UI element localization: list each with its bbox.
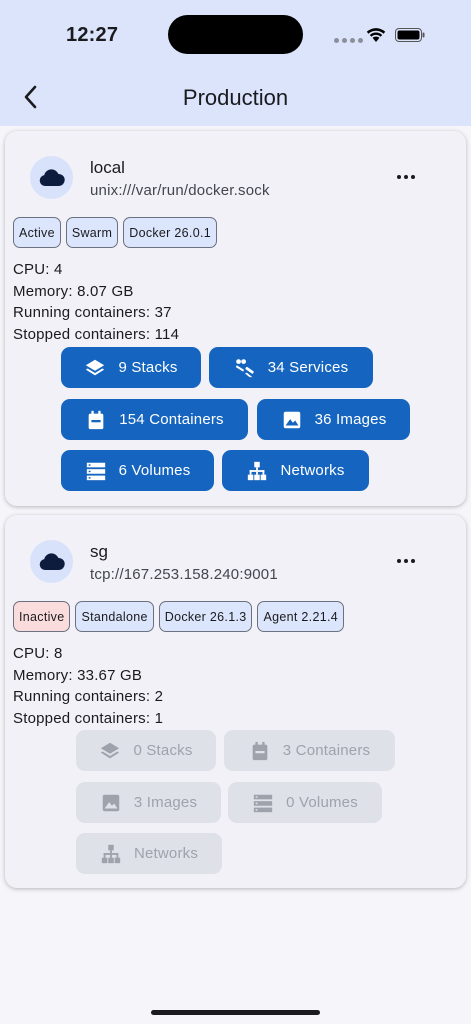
images-label: 36 Images — [314, 411, 387, 428]
container-icon — [88, 410, 104, 429]
stopped-containers-stat: Stopped containers: 1 — [13, 709, 164, 727]
running-containers-stat: Running containers: 2 — [13, 688, 164, 705]
cpu-stat: CPU: 8 — [13, 645, 63, 662]
volumes-label: 6 Volumes — [118, 462, 191, 479]
battery-icon — [395, 28, 425, 42]
docker-version-badge: Docker 26.0.1 — [123, 217, 217, 248]
dynamic-island — [168, 15, 303, 54]
host-card-sg[interactable]: sg tcp://167.253.158.240:9001 Inactive S… — [5, 515, 466, 888]
more-options-button[interactable] — [393, 167, 419, 187]
home-indicator[interactable] — [151, 1010, 320, 1015]
app-bar: 12:27 Production — [0, 0, 471, 126]
containers-button[interactable]: 154 Containers — [61, 399, 248, 440]
networks-button[interactable]: Networks — [76, 833, 222, 874]
network-icon — [101, 844, 121, 863]
navigation-bar: Production — [0, 70, 471, 126]
cpu-stat: CPU: 4 — [13, 261, 63, 278]
images-button[interactable]: 3 Images — [76, 782, 221, 823]
host-badges: Inactive Standalone Docker 26.1.3 Agent … — [13, 601, 344, 632]
agent-version-badge: Agent 2.21.4 — [257, 601, 344, 632]
networks-label: Networks — [280, 462, 345, 479]
container-icon — [252, 741, 268, 760]
services-button[interactable]: 34 Services — [209, 347, 373, 388]
containers-label: 3 Containers — [282, 742, 371, 759]
layers-icon — [86, 359, 105, 375]
host-card-local[interactable]: local unix:///var/run/docker.sock Active… — [5, 131, 466, 506]
more-options-button[interactable] — [393, 551, 419, 571]
networks-label: Networks — [133, 845, 199, 862]
status-badge: Active — [13, 217, 61, 248]
stacks-button[interactable]: 0 Stacks — [76, 730, 216, 771]
cloud-icon — [30, 540, 73, 583]
host-stats: CPU: 8 Memory: 33.67 GB Running containe… — [13, 643, 163, 729]
image-icon — [283, 411, 300, 428]
host-badges: Active Swarm Docker 26.0.1 — [13, 217, 217, 248]
layers-icon — [101, 742, 120, 758]
host-name: local — [90, 158, 125, 177]
wifi-icon — [366, 28, 386, 42]
volumes-label: 0 Volumes — [286, 794, 358, 811]
host-endpoint: tcp://167.253.158.240:9001 — [90, 566, 278, 583]
services-icon — [235, 358, 254, 377]
memory-stat: Memory: 8.07 GB — [13, 282, 134, 300]
cellular-signal-icon — [334, 38, 363, 43]
memory-stat: Memory: 33.67 GB — [13, 666, 143, 684]
stacks-label: 0 Stacks — [133, 742, 193, 759]
volumes-button[interactable]: 0 Volumes — [228, 782, 382, 823]
running-containers-stat: Running containers: 37 — [13, 304, 172, 321]
page-title: Production — [182, 85, 289, 110]
containers-button[interactable]: 3 Containers — [224, 730, 395, 771]
stacks-label: 9 Stacks — [118, 359, 178, 376]
mode-badge: Standalone — [75, 601, 154, 632]
stacks-button[interactable]: 9 Stacks — [61, 347, 201, 388]
host-stats: CPU: 4 Memory: 8.07 GB Running container… — [13, 259, 179, 345]
cloud-icon — [30, 156, 73, 199]
containers-label: 154 Containers — [119, 411, 224, 428]
storage-icon — [253, 794, 273, 812]
status-badge: Inactive — [13, 601, 71, 632]
images-button[interactable]: 36 Images — [257, 399, 410, 440]
image-icon — [102, 794, 120, 811]
docker-version-badge: Docker 26.1.3 — [158, 601, 253, 632]
stopped-containers-stat: Stopped containers: 114 — [13, 325, 180, 343]
status-bar: 12:27 — [0, 0, 471, 70]
mode-badge: Swarm — [65, 217, 119, 248]
host-name: sg — [90, 542, 108, 561]
status-time: 12:27 — [66, 24, 119, 46]
networks-button[interactable]: Networks — [222, 450, 369, 491]
storage-icon — [86, 462, 105, 480]
images-label: 3 Images — [133, 794, 198, 811]
services-label: 34 Services — [267, 359, 349, 376]
host-endpoint: unix:///var/run/docker.sock — [90, 182, 270, 199]
network-icon — [248, 461, 267, 480]
volumes-button[interactable]: 6 Volumes — [61, 450, 214, 491]
